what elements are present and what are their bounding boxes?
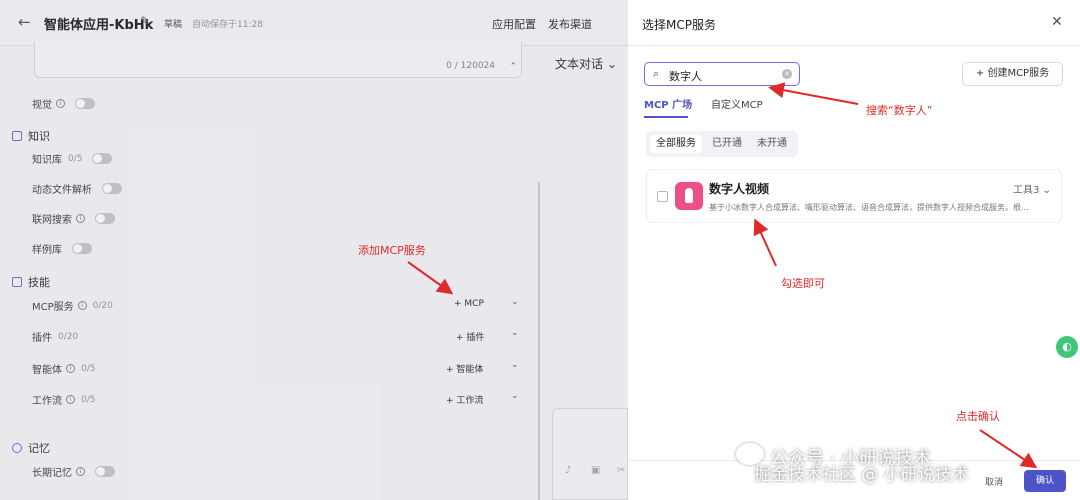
watermark-line2: 掘金技术社区 @ 小研说技术 [754, 465, 969, 485]
annotation-arrows [407, 82, 1038, 469]
annotation-check: 勾选即可 [781, 277, 825, 290]
annotation-search: 搜索“数字人” [866, 104, 933, 117]
floating-assistant-icon[interactable]: ◐ [1056, 336, 1078, 358]
arrow-confirm [979, 429, 1038, 469]
arrow-add-mcp [407, 261, 454, 295]
arrow-search [768, 82, 859, 105]
annotation-confirm: 点击确认 [956, 410, 1000, 423]
annotation-add-mcp: 添加MCP服务 [358, 244, 426, 257]
arrow-check [753, 218, 777, 267]
